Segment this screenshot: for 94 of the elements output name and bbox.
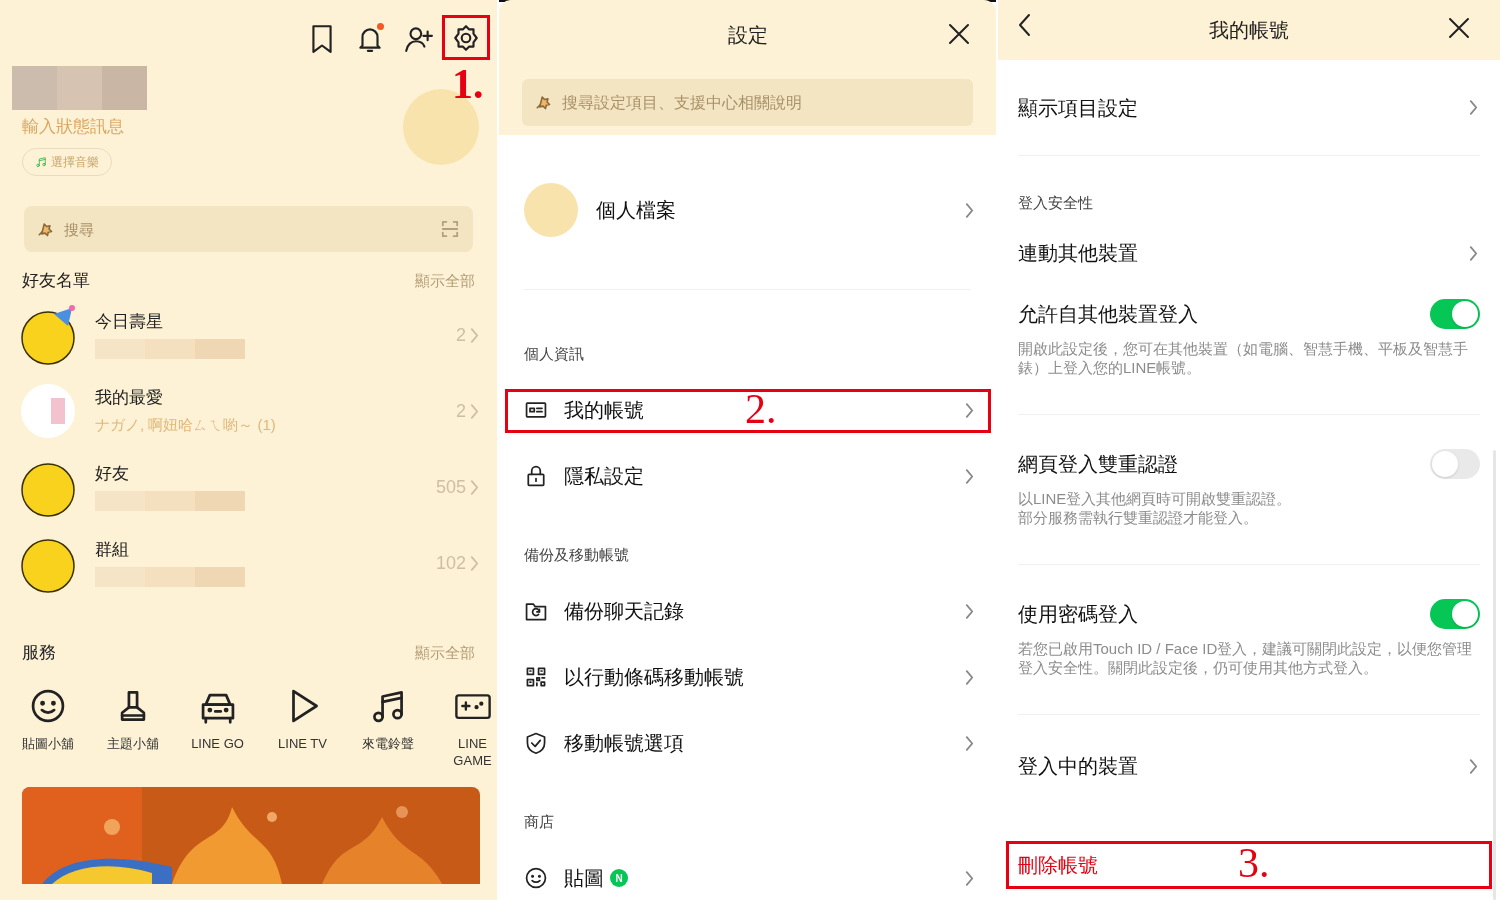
shield-check-icon [524,731,548,755]
setting-title: 允許自其他裝置登入 [1018,302,1198,327]
group-name: 群組 [95,539,130,561]
item-label: 刪除帳號 [1018,853,1098,878]
chevron-right-icon [965,603,974,619]
group-name: 我的最愛 [95,387,164,409]
chevron-right-icon [1469,245,1478,261]
close-icon [1448,17,1470,39]
service-item[interactable]: LINE TV [260,687,345,769]
setting-description: 以LINE登入其他網頁時可開啟雙重認證。 [1018,489,1293,508]
search-field[interactable]: 搜尋 [24,206,473,252]
screen-title: 我的帳號 [1209,18,1289,43]
smiley-icon [524,866,548,890]
service-label: 來電鈴聲 [360,735,415,752]
section-heading: 個人資訊 [523,344,585,364]
step-number: 3. [1238,839,1270,887]
chevron-right-icon [965,735,974,751]
back-icon [1018,13,1031,37]
toggle-switch[interactable] [1430,599,1480,629]
settings-item[interactable]: 隱私設定 [499,443,996,509]
service-label: 貼圖小舖 [20,735,75,752]
settings-item[interactable]: 移動帳號選項 [499,710,996,776]
group-name: 今日壽星 [95,311,164,333]
service-label: 主題小舖 [105,735,160,752]
chevron-right-icon [470,327,479,343]
item-label: 連動其他裝置 [1018,241,1138,266]
section-title: 服務 [22,642,56,664]
screen-title: 設定 [727,23,768,48]
service-item[interactable]: 來電鈴聲 [345,687,430,769]
settings-item[interactable]: 登入中的裝置 [1018,715,1480,817]
service-label: LINE TV [277,735,328,752]
new-badge: N [610,869,628,887]
service-item[interactable]: 主題小舖 [90,687,175,769]
section-heading: 備份及移動帳號 [523,545,630,565]
item-label: 以行動條碼移動帳號 [564,665,744,690]
chevron-right-icon [965,202,974,218]
service-item[interactable]: 貼圖小舖 [5,687,90,769]
settings-item[interactable]: 連動其他裝置 [1018,213,1480,293]
item-label: 備份聊天記錄 [564,599,684,624]
group-name: 好友 [95,463,130,485]
chevron-right-icon [965,402,974,418]
section-title: 好友名單 [22,270,90,292]
delete-account-item[interactable]: 刪除帳號 3. [1006,841,1492,889]
setting-description: 若您已啟用Touch ID / Face ID登入，建議可關閉此設定，以便您管理登入安全性。關閉此設定後，仍可使用其他方式登入。 [1018,639,1474,677]
close-button[interactable] [1448,17,1470,39]
setting-title: 網頁登入雙重認證 [1018,452,1178,477]
search-field[interactable]: 搜尋設定項目、支援中心相關說明 [522,79,973,126]
settings-item[interactable]: 我的帳號 2. [499,377,996,443]
profile-row[interactable]: 個人檔案 [499,183,996,237]
lock-icon [524,464,548,488]
item-label: 隱私設定 [564,464,644,489]
step-number: 2. [745,385,777,433]
chevron-right-icon [470,479,479,495]
settings-icon [451,22,481,53]
item-label: 顯示項目設定 [1018,95,1138,121]
chevron-right-icon [470,403,479,419]
chevron-right-icon [1469,758,1478,774]
item-label: 移動帳號選項 [564,731,684,756]
item-label: 我的帳號 [564,398,644,423]
chevron-right-icon [965,669,974,685]
chevron-right-icon [965,870,974,886]
service-item[interactable]: LINE GO [175,687,260,769]
music-note-icon [35,156,47,168]
search-wand-icon [534,93,552,111]
chevron-right-icon [965,468,974,484]
toggle-switch[interactable] [1430,299,1480,329]
service-label: LINE GO [190,735,245,752]
section-heading: 商店 [523,812,555,832]
profile-label: 個人檔案 [596,198,677,223]
setting-description: 部分服務需執行雙重認證才能登入。 [1018,508,1259,527]
back-button[interactable] [1018,13,1031,37]
chevron-right-icon [1469,100,1478,115]
toggle-switch[interactable] [1430,449,1480,479]
item-label: 登入中的裝置 [1018,754,1138,779]
close-icon [948,23,970,45]
party-hat-avatar-icon [18,304,78,366]
settings-item[interactable]: 顯示項目設定 [1018,60,1480,156]
close-button[interactable] [948,23,970,45]
setting-title: 使用密碼登入 [1018,602,1138,627]
service-label: LINE GAME [452,735,493,769]
setting-description: 開啟此設定後，您可在其他裝置（如電腦、智慧手機、平板及智慧手錶）上登入您的LINE帳號。 [1018,339,1469,377]
step-number: 1. [452,60,484,108]
group-subtitle: ナガノ, 啊妞哈ㄙㄟ喲～ (1) [95,415,277,435]
settings-button[interactable] [442,15,490,60]
avatar-icon [524,183,578,237]
section-heading: 登入安全性 [1018,193,1094,213]
service-item[interactable]: LINE GAME [430,687,497,769]
item-label: 貼圖 [564,866,604,891]
search-wand-icon [36,220,54,238]
settings-item[interactable]: 以行動條碼移動帳號 [499,644,996,710]
settings-item[interactable]: 貼圖 N [499,845,996,900]
qr-code-icon [524,665,548,689]
chevron-right-icon [470,555,479,571]
settings-item[interactable]: 備份聊天記錄 [499,578,996,644]
